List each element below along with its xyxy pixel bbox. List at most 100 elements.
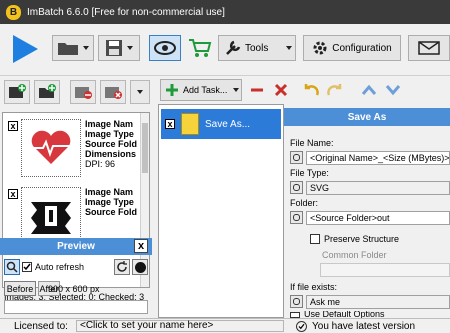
preserve-structure-label: Preserve Structure	[324, 234, 400, 244]
task-item-save-as[interactable]: x Save As...	[161, 109, 281, 139]
configuration-label: Configuration	[332, 42, 392, 54]
add-folder-icon	[39, 84, 56, 98]
image-info: Image Nam Image Type Source Fold	[85, 187, 145, 217]
folder-icon	[58, 43, 78, 55]
common-folder-input	[320, 263, 450, 277]
list-item[interactable]: x Image Nam Image Type Source Fold	[3, 185, 141, 245]
save-button[interactable]	[98, 35, 140, 61]
chevron-down-icon	[83, 46, 89, 50]
tasks-toolbar: Add Task...	[152, 76, 450, 104]
main-toolbar: Tools Configuration	[0, 24, 450, 76]
if-exists-option-icon[interactable]	[290, 295, 303, 308]
close-icon	[274, 83, 288, 97]
info-line: Image Nam	[85, 187, 134, 197]
preview-title: Preview	[57, 241, 95, 252]
feedback-button[interactable]	[408, 35, 450, 61]
move-down-button[interactable]	[382, 79, 404, 101]
update-status: You have latest version	[312, 321, 416, 332]
redo-icon	[327, 84, 342, 96]
background-color-button[interactable]	[132, 259, 148, 275]
check-circle-icon	[296, 321, 307, 332]
tools-button[interactable]: Tools	[218, 35, 296, 61]
undo-button[interactable]	[300, 79, 322, 101]
before-button[interactable]: Before	[4, 281, 36, 296]
preserve-structure-checkbox[interactable]	[310, 234, 320, 244]
title-bar: B ImBatch 6.6.0 [Free for non-commercial…	[0, 0, 450, 24]
file-type-option-icon[interactable]	[290, 181, 303, 194]
add-images-button[interactable]	[4, 80, 30, 104]
preview-size: 900 x 600 px	[48, 284, 100, 294]
item-checkbox[interactable]: x	[8, 121, 18, 131]
view-button[interactable]	[149, 35, 181, 61]
auto-refresh-checkbox[interactable]	[22, 262, 32, 272]
zoom-button[interactable]	[4, 259, 20, 275]
configuration-button[interactable]: Configuration	[303, 35, 401, 61]
info-line: Dimensions	[85, 149, 137, 159]
checkmark-icon	[23, 263, 31, 271]
run-button[interactable]	[4, 27, 46, 71]
app-logo-icon: B	[6, 4, 21, 20]
floppy-icon	[106, 40, 122, 56]
licensed-name-field[interactable]: <Click to set your name here>	[76, 320, 284, 332]
file-type-select[interactable]: SVG	[306, 181, 450, 195]
add-folder-button[interactable]	[34, 80, 60, 104]
info-line: Image Type	[85, 129, 134, 139]
task-checkbox[interactable]: x	[165, 119, 175, 129]
file-name-option-icon[interactable]	[290, 151, 303, 164]
image-thumbnail	[21, 119, 81, 177]
clear-tasks-button[interactable]	[270, 79, 292, 101]
tribal-pattern-icon	[27, 198, 75, 234]
tools-label: Tools	[245, 42, 269, 54]
undo-icon	[304, 84, 319, 96]
refresh-button[interactable]	[114, 259, 130, 275]
clear-images-button[interactable]	[100, 80, 126, 104]
info-line: Image Type	[85, 197, 134, 207]
info-line: Source Fold	[85, 139, 138, 149]
open-button[interactable]	[52, 35, 94, 61]
remove-task-button[interactable]	[246, 79, 268, 101]
folder-label: Folder:	[290, 198, 319, 208]
remove-image-button[interactable]	[70, 80, 96, 104]
magnifier-icon	[6, 261, 18, 273]
auto-refresh-label: Auto refresh	[35, 262, 85, 272]
close-icon[interactable]: x	[134, 239, 148, 253]
file-type-label: File Type:	[290, 168, 329, 178]
common-folder-label: Common Folder	[322, 250, 387, 260]
scrollbar-thumb[interactable]	[142, 123, 148, 173]
chevron-down-icon	[286, 46, 293, 50]
file-name-label: File Name:	[290, 138, 334, 148]
list-item[interactable]: x Image Nam Image Type Source Fold Dimen…	[3, 117, 141, 177]
image-list-toolbar	[0, 76, 152, 104]
clear-images-icon	[105, 87, 122, 99]
heart-pulse-icon	[31, 130, 71, 164]
status-bar: Licensed to: <Click to set your name her…	[0, 318, 450, 333]
use-default-label: Use Default Options	[304, 311, 385, 318]
chevron-down-icon	[127, 46, 133, 50]
add-image-icon	[9, 84, 26, 98]
preview-toggle-row: Before After 900 x 600 px	[0, 280, 152, 298]
plus-icon	[166, 84, 178, 96]
folder-input[interactable]: <Source Folder>out	[306, 211, 450, 225]
image-list-menu-button[interactable]	[130, 80, 150, 104]
play-icon	[13, 35, 38, 63]
task-label: Save As...	[205, 118, 251, 130]
buy-button[interactable]	[185, 35, 215, 61]
properties-title: Save As	[284, 108, 450, 126]
task-properties-panel: Save As File Name: <Original Name>_<Size…	[284, 108, 450, 318]
item-checkbox[interactable]: x	[8, 189, 18, 199]
licensed-label: Licensed to:	[14, 321, 68, 332]
chevron-up-icon	[361, 84, 377, 95]
add-task-button[interactable]: Add Task...	[160, 79, 242, 101]
eye-icon	[154, 41, 176, 55]
preview-panel: Preview x Auto refresh Before After 900 …	[0, 238, 152, 318]
image-thumbnail	[21, 187, 81, 245]
file-name-input[interactable]: <Original Name>_<Size (MBytes)>_<	[306, 151, 450, 165]
task-list[interactable]: x Save As...	[158, 104, 284, 318]
if-exists-select[interactable]: Ask me	[306, 295, 450, 309]
redo-button[interactable]	[324, 79, 346, 101]
folder-option-icon[interactable]	[290, 211, 303, 224]
add-task-label: Add Task...	[183, 85, 228, 95]
info-line: Image Nam	[85, 119, 134, 129]
move-up-button[interactable]	[358, 79, 380, 101]
color-circle-icon	[134, 261, 146, 273]
